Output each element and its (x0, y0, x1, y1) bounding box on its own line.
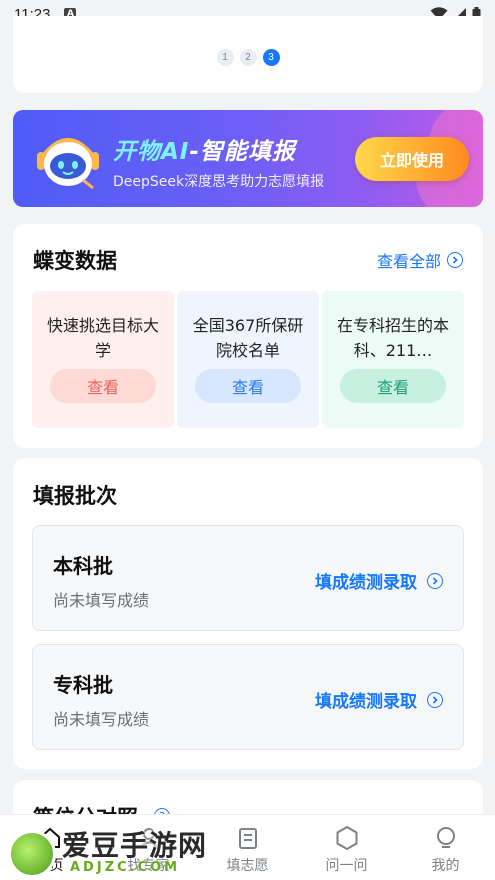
view-button[interactable]: 查看 (340, 369, 446, 403)
tile-junior-college[interactable]: 在专科招生的本科、211… 查看 (322, 291, 464, 428)
fill-score-link[interactable]: 填成绩测录取 (315, 568, 443, 593)
carousel-dot-active[interactable]: 3 (262, 49, 280, 66)
robot-mascot-icon (37, 138, 99, 190)
tile-target-university[interactable]: 快速挑选目标大学 查看 (32, 291, 174, 428)
watermark-logo-icon (8, 830, 56, 878)
tab-ask[interactable]: 问一问 (297, 815, 396, 880)
batch-name: 本科批 (53, 554, 113, 578)
tile-text: 在专科招生的本科、211… (336, 316, 449, 360)
card-header: 蝶变数据 查看全部 (13, 224, 483, 296)
tile-postgrad-list[interactable]: 全国367所保研院校名单 查看 (177, 291, 319, 428)
profile-icon (436, 827, 455, 848)
watermark-url: ADJZC.COM (70, 860, 181, 875)
carousel-dot[interactable]: 2 (239, 49, 257, 66)
watermark-text: 爱豆手游网 (62, 829, 208, 862)
section-title: 填报批次 (33, 484, 117, 508)
ai-banner[interactable]: 开物AI-智能填报 DeepSeek深度思考助力志愿填报 立即使用 (13, 110, 483, 207)
butterfly-data-card: 蝶变数据 查看全部 快速挑选目标大学 查看 全国367所保研院校名单 查看 在专… (13, 224, 483, 448)
tab-profile[interactable]: 我的 (396, 815, 495, 880)
banner-title: 开物AI-智能填报 (113, 139, 296, 165)
chevron-right-icon (427, 691, 443, 708)
section-title: 蝶变数据 (33, 249, 117, 273)
batch-name: 专科批 (53, 673, 113, 697)
fill-score-link[interactable]: 填成绩测录取 (315, 687, 443, 712)
chevron-right-icon (447, 252, 463, 268)
chevron-right-icon (427, 572, 443, 589)
tile-text: 快速挑选目标大学 (46, 316, 159, 360)
batch-hint: 尚未填写成绩 (53, 591, 150, 610)
view-button[interactable]: 查看 (195, 369, 301, 403)
view-button[interactable]: 查看 (50, 369, 156, 403)
site-watermark: 爱豆手游网 ADJZC.COM (4, 820, 254, 880)
carousel-dot[interactable]: 1 (216, 49, 234, 66)
card-header: 填报批次 (13, 458, 483, 532)
banner-subtitle: DeepSeek深度思考助力志愿填报 (113, 174, 325, 190)
batch-card: 填报批次 本科批 尚未填写成绩 填成绩测录取 专科批 尚未填写成绩 填成绩测录取 (13, 458, 483, 769)
tile-text: 全国367所保研院校名单 (192, 316, 304, 360)
hexagon-icon (336, 825, 357, 851)
batch-item-undergraduate[interactable]: 本科批 尚未填写成绩 填成绩测录取 (32, 525, 464, 631)
tile-row: 快速挑选目标大学 查看 全国367所保研院校名单 查看 在专科招生的本科、211… (32, 291, 464, 428)
view-all-link[interactable]: 查看全部 (377, 248, 463, 272)
use-now-button[interactable]: 立即使用 (355, 137, 469, 181)
carousel-indicator: 1 2 3 (13, 49, 483, 66)
carousel-card: 1 2 3 (13, 16, 483, 93)
batch-item-junior-college[interactable]: 专科批 尚未填写成绩 填成绩测录取 (32, 644, 464, 750)
batch-hint: 尚未填写成绩 (53, 710, 150, 729)
